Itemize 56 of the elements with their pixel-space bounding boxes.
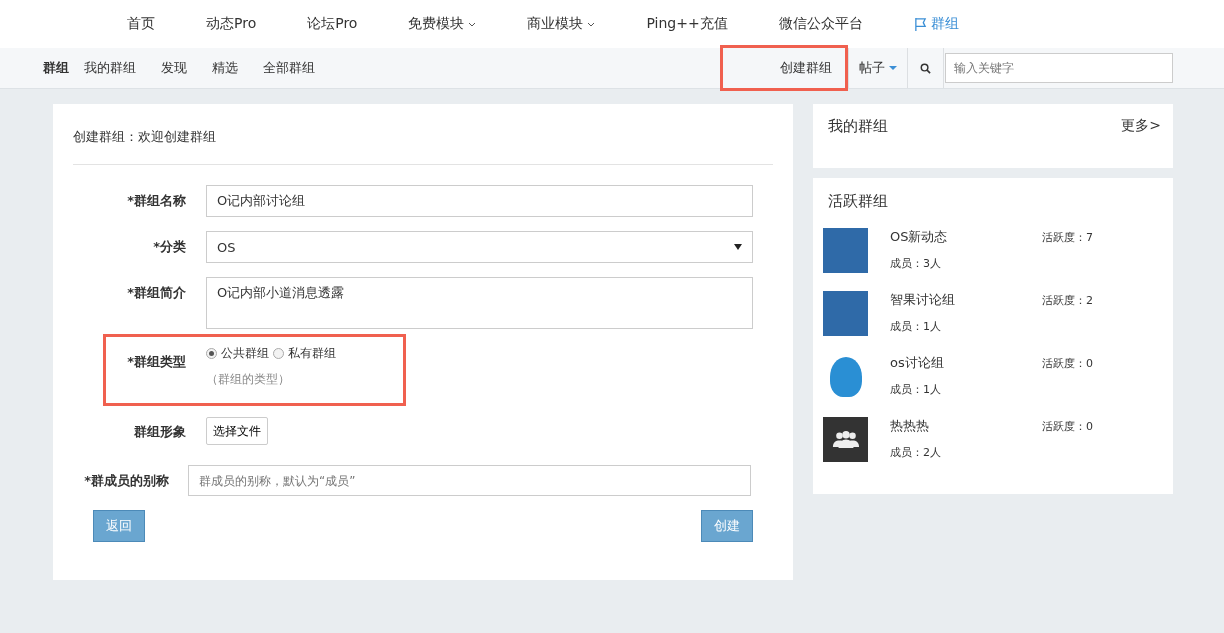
group-thumbnail[interactable] [823, 417, 868, 462]
subnav-tab[interactable]: 全部群组 [263, 59, 315, 77]
text-field[interactable]: O记内部讨论组 [206, 185, 753, 217]
select-field[interactable]: OS [206, 231, 753, 263]
field-label: 群组形象 [133, 423, 187, 441]
nav-link[interactable]: 商业模块 [511, 15, 612, 33]
radio-button[interactable] [273, 348, 284, 359]
nav-link[interactable]: 微信公众平台 [762, 15, 879, 33]
people-icon [831, 430, 860, 449]
nav-link[interactable]: 群组 [897, 15, 975, 33]
member-count: 成员：1人 [890, 382, 942, 397]
nav-link[interactable]: 免费模块 [392, 15, 493, 33]
card-title: 我的群组 [828, 117, 888, 136]
choose-file-button[interactable]: 选择文件 [206, 417, 268, 445]
search-icon [920, 62, 931, 74]
activity-text: 活跃度：2 [1042, 293, 1093, 309]
group-name-link[interactable]: OS新动态 [890, 228, 1042, 246]
subnav-tab[interactable]: 群组 [43, 59, 69, 77]
flag-icon [913, 16, 927, 32]
subnav-tab[interactable]: 精选 [212, 59, 238, 77]
chevron-down-icon [468, 21, 477, 27]
more-link[interactable]: 更多> [1121, 117, 1161, 135]
activity-text: 活跃度：0 [1042, 419, 1093, 435]
field-label: *群组类型 [126, 353, 187, 371]
subnav-tab[interactable]: 发现 [161, 59, 187, 77]
group-name-link[interactable]: 热热热 [890, 417, 1042, 435]
nav-link[interactable]: 论坛Pro [291, 15, 374, 33]
group-name-link[interactable]: os讨论组 [890, 354, 1042, 372]
textarea-field[interactable]: O记内部小道消息透露 [206, 277, 753, 329]
create-group-button[interactable]: 创建群组 [720, 45, 848, 91]
radio-option[interactable]: 公共群组 [206, 345, 269, 362]
member-count: 成员：3人 [890, 256, 942, 271]
caret-icon [889, 66, 897, 70]
radio-option[interactable]: 私有群组 [273, 345, 336, 362]
search-type-dropdown[interactable]: 帖子 [848, 48, 908, 88]
field-hint: （群组的类型） [206, 371, 291, 388]
card-title: 活跃群组 [827, 192, 889, 211]
caret-icon [734, 244, 742, 250]
chevron-down-icon [587, 21, 596, 27]
group-name-link[interactable]: 智果讨论组 [890, 291, 1042, 309]
nav-link[interactable]: Ping++充值 [630, 15, 744, 33]
search-field[interactable]: 输入关键字 [945, 53, 1173, 83]
nav-link[interactable]: 首页 [111, 15, 171, 33]
field-label: *群组简介 [126, 284, 187, 302]
radio-button[interactable] [206, 348, 217, 359]
activity-text: 活跃度：0 [1042, 356, 1093, 372]
subnav-tab[interactable]: 我的群组 [84, 59, 136, 77]
member-count: 成员：1人 [890, 319, 942, 334]
field-label: *群成员的别称 [83, 472, 170, 490]
activity-text: 活跃度：7 [1042, 230, 1093, 246]
nav-link[interactable]: 动态Pro [190, 15, 273, 33]
field-label: *分类 [152, 238, 187, 256]
form-title: 创建群组：欢迎创建群组 [73, 128, 217, 146]
field-label: *群组名称 [126, 192, 187, 210]
text-field[interactable]: 群成员的别称，默认为“成员” [188, 465, 751, 496]
member-count: 成员：2人 [890, 445, 942, 460]
